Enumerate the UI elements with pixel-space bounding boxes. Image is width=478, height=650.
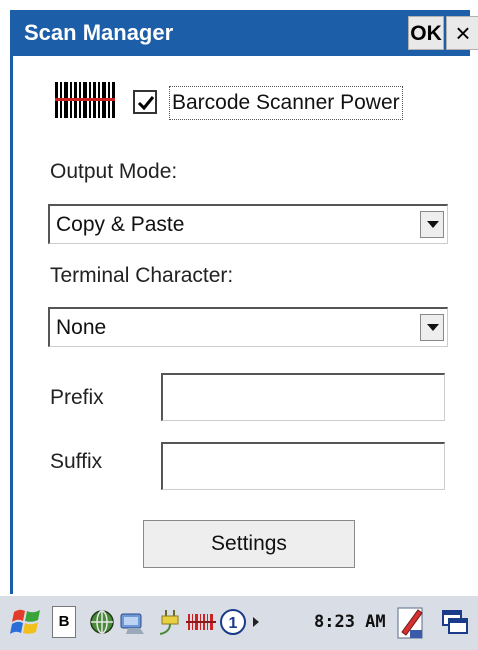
terminal-character-value: None	[56, 316, 107, 339]
switch-window-icon[interactable]	[440, 604, 470, 640]
output-mode-label: Output Mode:	[50, 160, 178, 183]
chevron-down-icon	[427, 221, 439, 228]
clock[interactable]: 8:23 AM	[314, 604, 386, 640]
close-button[interactable]: ×	[446, 16, 478, 50]
input-method-indicator[interactable]: B	[52, 606, 76, 638]
barcode-tray-icon[interactable]	[186, 604, 216, 640]
arrow-right-icon[interactable]	[250, 604, 262, 640]
notification-count: 1	[229, 615, 238, 632]
chevron-down-icon	[427, 324, 439, 331]
output-mode-dropdown-button[interactable]	[420, 211, 444, 238]
connectivity-icon[interactable]	[118, 604, 150, 640]
title-bar: Scan Manager OK ×	[10, 10, 478, 56]
settings-button[interactable]: Settings	[143, 520, 355, 568]
scanner-power-label[interactable]: Barcode Scanner Power	[169, 86, 403, 120]
prefix-label: Prefix	[50, 386, 104, 409]
window-title: Scan Manager	[24, 20, 174, 45]
start-flag-icon[interactable]	[10, 604, 44, 640]
scanner-power-checkbox[interactable]	[133, 90, 157, 114]
barcode-icon	[55, 82, 115, 118]
checkmark-icon	[137, 96, 155, 111]
terminal-character-label: Terminal Character:	[50, 264, 234, 287]
form-panel: Barcode Scanner Power Output Mode: Copy …	[13, 56, 470, 594]
suffix-input[interactable]	[161, 442, 445, 490]
ok-button[interactable]: OK	[408, 16, 444, 50]
notification-icon[interactable]: 1	[218, 604, 248, 640]
device-screen: Scan Manager OK × Barcode Scanner Power …	[0, 0, 478, 650]
suffix-label: Suffix	[50, 450, 103, 473]
power-plug-icon[interactable]	[156, 604, 186, 640]
terminal-character-dropdown-button[interactable]	[420, 314, 444, 341]
network-icon[interactable]	[88, 604, 116, 640]
taskbar: B 1 8:23 AM	[0, 594, 478, 650]
prefix-input[interactable]	[161, 373, 445, 421]
output-mode-value: Copy & Paste	[56, 213, 185, 236]
terminal-character-select[interactable]: None	[48, 307, 448, 347]
pen-input-icon[interactable]	[396, 604, 426, 642]
output-mode-select[interactable]: Copy & Paste	[48, 204, 448, 244]
